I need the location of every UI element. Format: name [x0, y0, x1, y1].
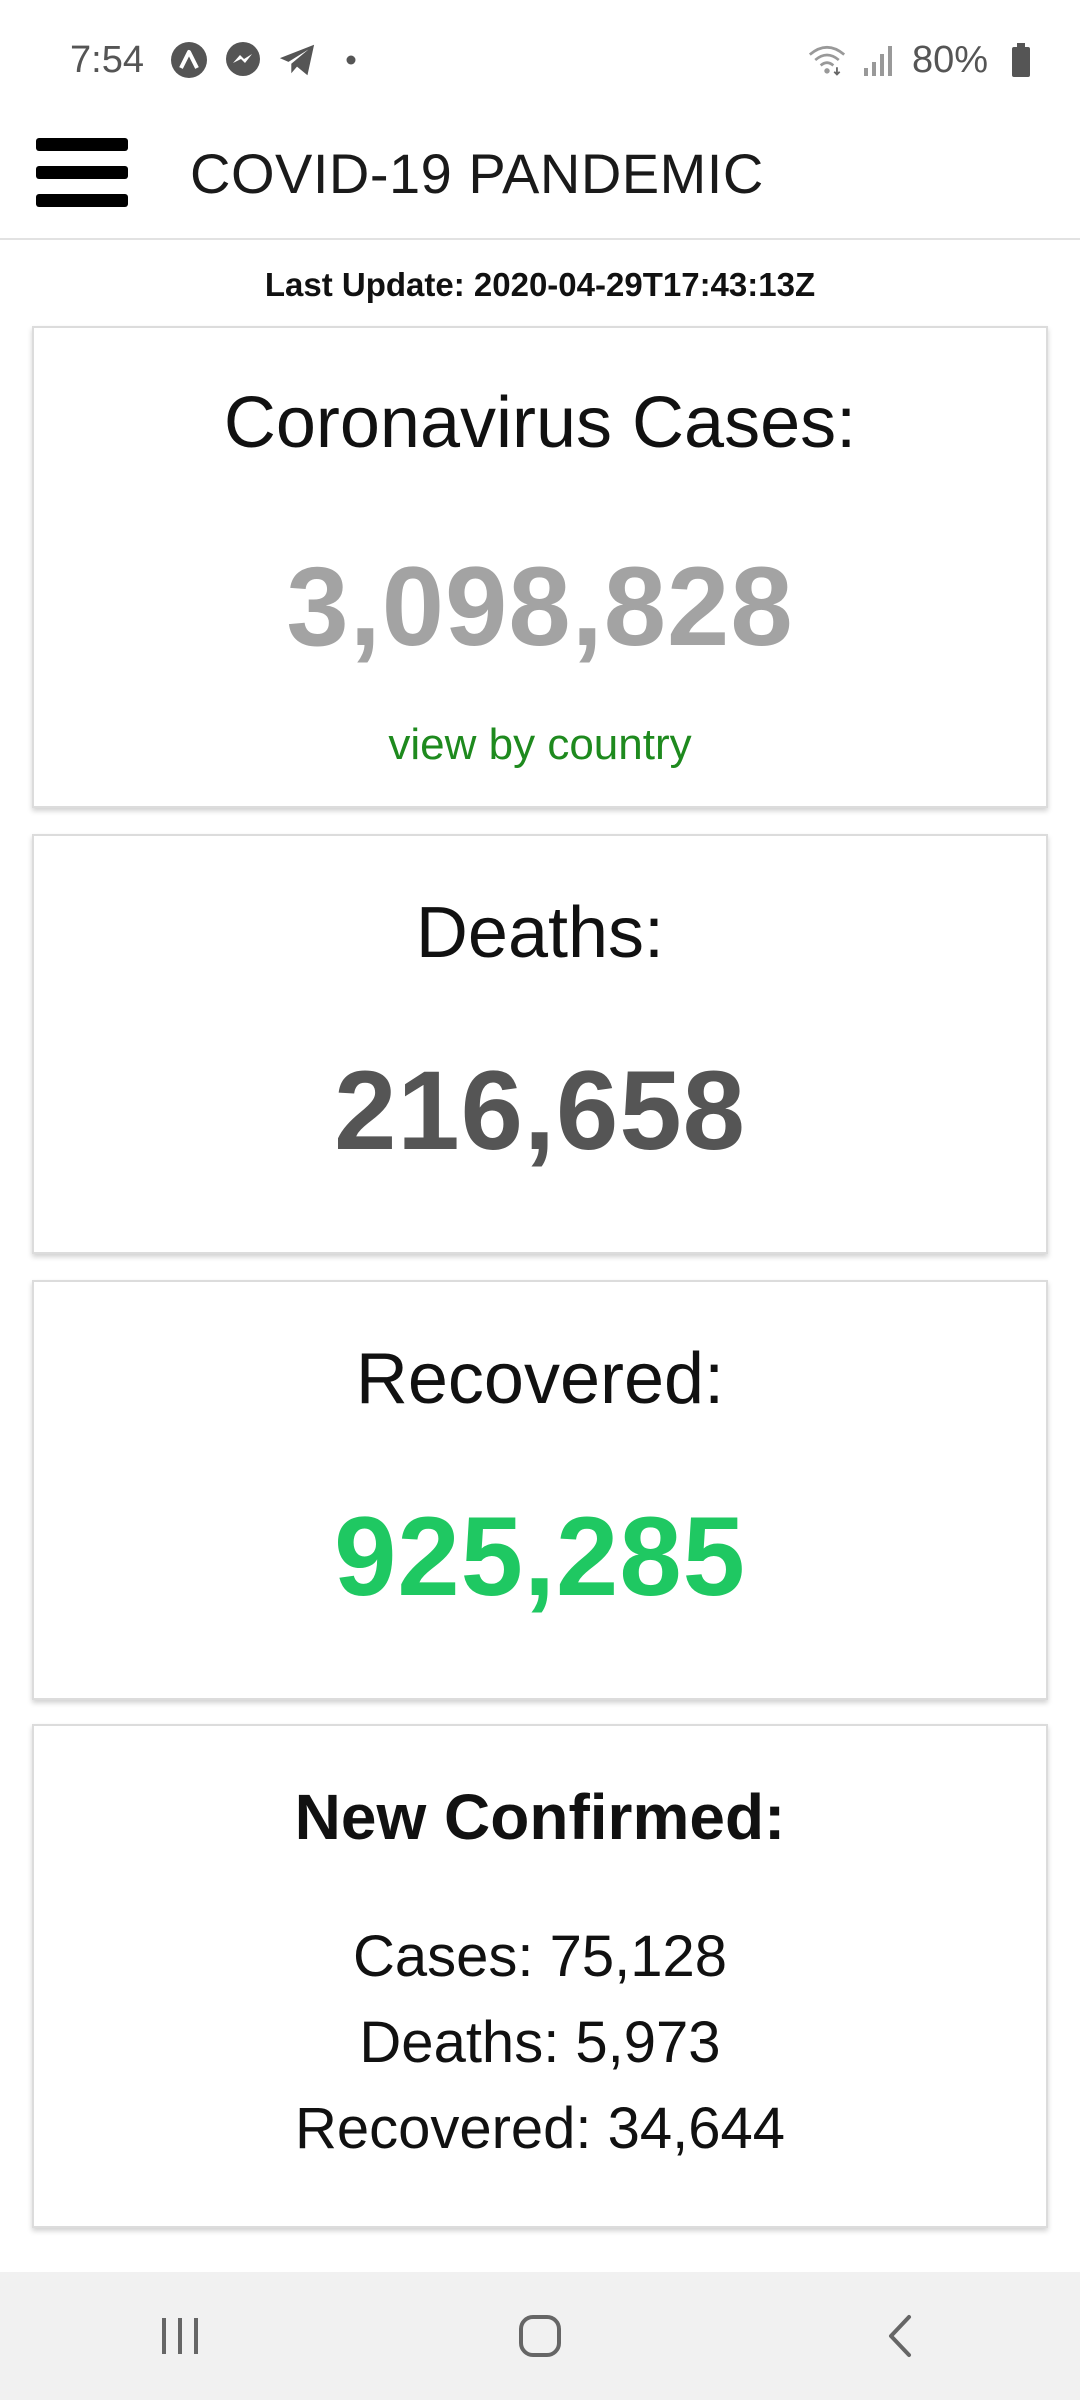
new-confirmed-lines: Cases: 75,128 Deaths: 5,973 Recovered: 3… — [34, 1914, 1046, 2172]
recovered-card: Recovered: 925,285 — [32, 1280, 1048, 1700]
app-bar: COVID-19 PANDEMIC — [0, 120, 1080, 240]
notification-dot-icon — [332, 41, 370, 79]
battery-icon — [1002, 41, 1040, 79]
recent-apps-icon[interactable] — [120, 2286, 240, 2386]
deaths-heading: Deaths: — [415, 893, 665, 973]
status-right: 80% — [808, 39, 1040, 82]
last-update: Last Update: 2020-04-29T17:43:13Z — [264, 266, 816, 303]
app-a-icon — [170, 41, 208, 79]
app-title: COVID-19 PANDEMIC — [190, 142, 764, 205]
new-recovered: Recovered: 34,644 — [294, 2096, 786, 2161]
status-left: 7:54 — [70, 39, 370, 82]
system-nav-bar — [0, 2272, 1080, 2400]
messenger-icon — [224, 41, 262, 79]
wifi-icon — [808, 41, 846, 79]
new-cases: Cases: 75,128 — [352, 1924, 728, 1989]
recovered-heading: Recovered: — [355, 1339, 725, 1419]
cases-heading: Coronavirus Cases: — [223, 383, 857, 463]
home-icon[interactable] — [480, 2286, 600, 2386]
new-deaths: Deaths: 5,973 — [359, 2010, 721, 2075]
back-icon[interactable] — [840, 2286, 960, 2386]
telegram-icon — [278, 41, 316, 79]
status-time: 7:54 — [70, 38, 144, 81]
deaths-value: 216,658 — [334, 1048, 746, 1173]
hamburger-menu-icon[interactable] — [36, 126, 128, 218]
cases-value: 3,098,828 — [286, 544, 794, 669]
new-confirmed-card: New Confirmed: Cases: 75,128 Deaths: 5,9… — [32, 1724, 1048, 2228]
deaths-card: Deaths: 216,658 — [32, 834, 1048, 1254]
cases-card: Coronavirus Cases: 3,098,828 view by cou… — [32, 326, 1048, 808]
recovered-value: 925,285 — [334, 1494, 746, 1619]
status-bar: 7:54 80% — [0, 0, 1080, 120]
signal-icon — [860, 41, 898, 79]
view-by-country-link[interactable]: view by country — [34, 720, 1046, 770]
battery-percent: 80% — [911, 38, 988, 81]
new-confirmed-heading: New Confirmed: — [294, 1781, 786, 1853]
